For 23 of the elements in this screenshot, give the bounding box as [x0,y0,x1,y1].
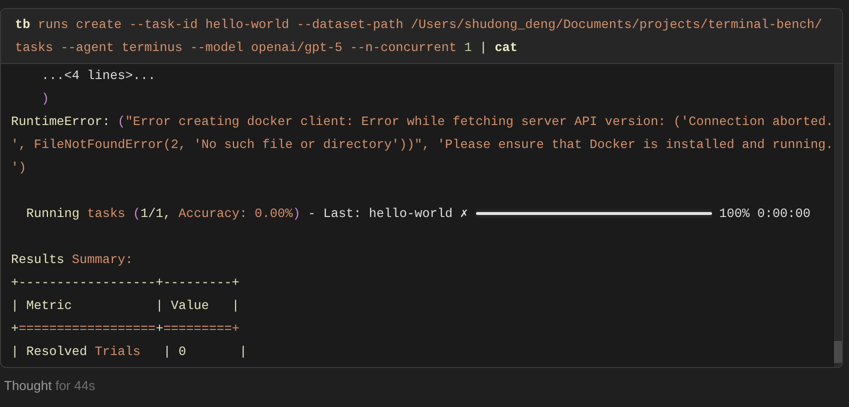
output-line: tasks --agent terminus --model openai/gpt-5 --n-concurrent 1 | cat [15,38,518,57]
output-line: +------------------+---------+ [11,274,240,292]
scrollbar-thumb[interactable] [834,341,842,363]
output-line: Results Summary: [11,250,133,269]
output-line: ) [40,90,50,108]
output-line: ...<4 lines>... [40,66,156,85]
output-text: Running [25,204,81,223]
output-line: ') [11,158,26,177]
output-text: tasks [87,204,126,223]
scrollbar[interactable] [834,64,842,367]
output-text: ) [292,204,300,223]
output-line: | Resolved Trials | 0 | [11,342,248,361]
output-line: | Metric | Value | [11,296,240,315]
output-text: 100% 0:00:00 [718,204,811,223]
output-text: 1/1, [140,204,172,223]
output-line: ', FileNotFoundError(2, 'No such file or directory'))", 'Please ensure that Docker is installed and running. [11,136,834,154]
output-line: +==================+=========+ [11,320,240,338]
output-text: - Last: hello-world ✗ [306,204,469,223]
output-line: tb runs create --task-id hello-world --dataset-path /Users/shudong_deng/Documents/projects/terminal-bench/ [15,16,822,34]
thought-label[interactable]: Thought for 44s [4,378,96,393]
output-text: ( [132,204,140,223]
output-text: Accuracy: 0.00% [178,204,293,223]
output-line: RuntimeError: ("Error creating docker client: Error while fetching server API version: ('Connection aborted. [11,112,834,131]
